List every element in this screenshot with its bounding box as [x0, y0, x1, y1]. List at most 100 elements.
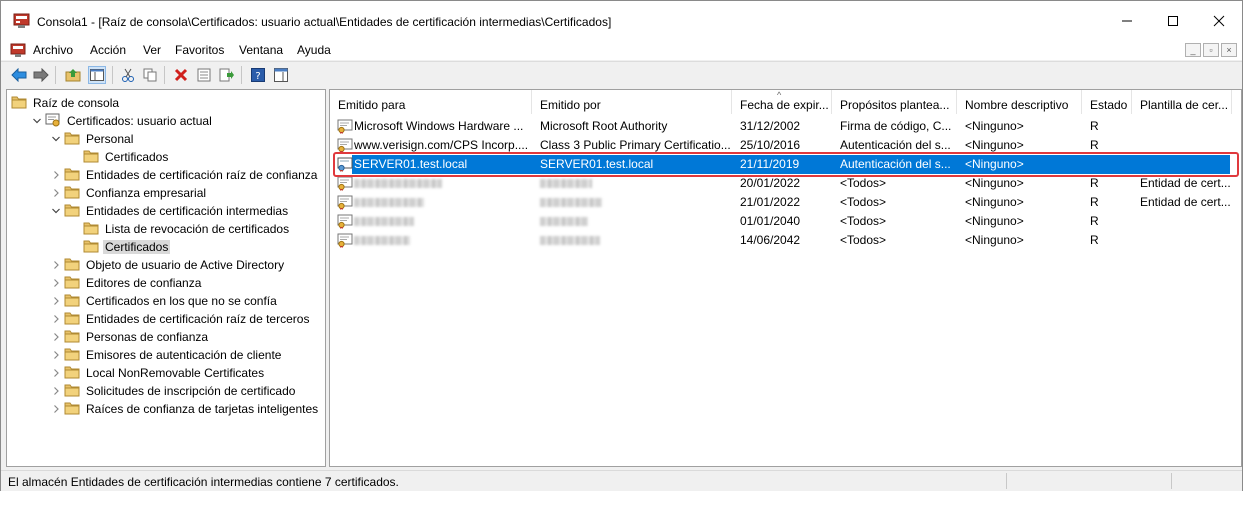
tree-node-label: Personas de confianza	[86, 330, 209, 344]
column-header-template[interactable]: Plantilla de cer...	[1132, 90, 1232, 114]
cut-button[interactable]	[119, 66, 137, 84]
cell-issued_to: Microsoft Windows Hardware ...	[354, 119, 524, 133]
table-row[interactable]: 21/01/2022 <Todos> <Ninguno> R Entidad de ce…	[330, 193, 1241, 212]
tree-node-local-nonremovable[interactable]: Local NonRemovable Certificates	[7, 364, 325, 382]
table-row[interactable]: 14/06/2042 <Todos> <Ninguno> R	[330, 231, 1241, 250]
chevron-right-icon[interactable]	[51, 313, 61, 323]
cell-friendly: <Ninguno>	[965, 214, 1024, 228]
tree-node-label: Entidades de certificación raíz de confi…	[86, 168, 318, 182]
chevron-right-icon[interactable]	[51, 349, 61, 359]
chevron-right-icon[interactable]	[51, 259, 61, 269]
cell-expiry: 31/12/2002	[740, 119, 801, 133]
tree-node-client-auth-issuers[interactable]: Emisores de autenticación de cliente	[7, 346, 325, 364]
help-icon: ?	[251, 68, 265, 82]
tree-node-cert-current-user[interactable]: Certificados: usuario actual	[7, 112, 325, 130]
mmc-app-icon	[13, 13, 30, 28]
chevron-right-icon[interactable]	[51, 169, 61, 179]
export-list-button[interactable]	[218, 66, 236, 84]
column-header-expiry[interactable]: Fecha de expir...	[732, 90, 832, 114]
cell-status: R	[1090, 233, 1099, 247]
menu-accion[interactable]: Acción	[90, 43, 126, 57]
folder-icon	[64, 347, 80, 361]
folder-icon	[64, 185, 80, 199]
tree-node-enrollment-requests[interactable]: Solicitudes de inscripción de certificad…	[7, 382, 325, 400]
table-row[interactable]: Microsoft Windows Hardware ... Microsoft …	[330, 117, 1241, 136]
chevron-right-icon[interactable]	[51, 385, 61, 395]
cell-template: Entidad de cert...	[1140, 195, 1231, 209]
menu-favoritos[interactable]: Favoritos	[175, 43, 224, 57]
console-menu-icon[interactable]	[10, 42, 26, 58]
close-button[interactable]	[1196, 1, 1242, 41]
mdi-minimize-button[interactable]: _	[1185, 43, 1201, 57]
column-header-issued-to[interactable]: Emitido para	[330, 90, 532, 114]
tree-node-enterprise-trust[interactable]: Confianza empresarial	[7, 184, 325, 202]
chevron-down-icon[interactable]	[51, 133, 61, 143]
minimize-icon	[1122, 20, 1132, 22]
menu-ver[interactable]: Ver	[143, 43, 161, 57]
tree-node-root[interactable]: Raíz de consola	[7, 94, 325, 112]
tree-node-label: Raíz de consola	[33, 96, 120, 110]
cell-purposes: Firma de código, C...	[840, 119, 952, 133]
properties-icon	[197, 68, 211, 82]
up-one-level-button[interactable]	[64, 66, 82, 84]
chevron-right-icon[interactable]	[51, 367, 61, 377]
cell-issued_to	[330, 212, 532, 231]
back-arrow-icon	[11, 68, 27, 82]
delete-button[interactable]	[172, 66, 190, 84]
mdi-restore-button[interactable]: ▫	[1203, 43, 1219, 57]
chevron-right-icon[interactable]	[51, 277, 61, 287]
tree-node-label: Lista de revocación de certificados	[105, 222, 290, 236]
obscured-text	[354, 179, 442, 189]
tree-node-personal-certificates[interactable]: Certificados	[7, 148, 325, 166]
minimize-button[interactable]	[1104, 1, 1150, 41]
chevron-right-icon[interactable]	[51, 403, 61, 413]
tree-node-trusted-people[interactable]: Personas de confianza	[7, 328, 325, 346]
back-button[interactable]	[10, 66, 28, 84]
cell-issued_by	[532, 231, 732, 250]
tree-node-smart-card-roots[interactable]: Raíces de confianza de tarjetas intelige…	[7, 400, 325, 418]
show-hide-tree-button[interactable]	[88, 66, 106, 84]
tree-node-label: Certificados	[105, 150, 169, 164]
menu-archivo[interactable]: Archivo	[33, 43, 73, 57]
tree-node-label: Personal	[86, 132, 134, 146]
chevron-right-icon[interactable]	[51, 187, 61, 197]
properties-button[interactable]	[195, 66, 213, 84]
column-header-issued-by[interactable]: Emitido por	[532, 90, 732, 114]
cell-purposes: <Todos>	[840, 195, 887, 209]
forward-button[interactable]	[32, 66, 50, 84]
tree-node-intermediate-certificates[interactable]: Certificados	[7, 238, 325, 256]
copy-button[interactable]	[141, 66, 159, 84]
column-header-purposes[interactable]: Propósitos plantea...	[832, 90, 957, 114]
folder-icon	[64, 383, 80, 397]
chevron-right-icon[interactable]	[51, 295, 61, 305]
maximize-button[interactable]	[1150, 1, 1196, 41]
chevron-down-icon[interactable]	[32, 115, 42, 125]
help-button[interactable]: ?	[249, 66, 267, 84]
mdi-close-button[interactable]: ×	[1221, 43, 1237, 57]
forward-arrow-icon	[33, 68, 49, 82]
tree-node-revocation-list[interactable]: Lista de revocación de certificados	[7, 220, 325, 238]
tree-node-trusted-publishers[interactable]: Editores de confianza	[7, 274, 325, 292]
window-title: Consola1 - [Raíz de consola\Certificados…	[37, 15, 612, 29]
cell-status: R	[1090, 214, 1099, 228]
tree-node-ad-user-object[interactable]: Objeto de usuario de Active Directory	[7, 256, 325, 274]
tree-node-untrusted[interactable]: Certificados en los que no se confía	[7, 292, 325, 310]
chevron-down-icon[interactable]	[51, 205, 61, 215]
tree-node-third-party-root[interactable]: Entidades de certificación raíz de terce…	[7, 310, 325, 328]
menu-ayuda[interactable]: Ayuda	[297, 43, 331, 57]
menu-ventana[interactable]: Ventana	[239, 43, 283, 57]
tree-node-trusted-root[interactable]: Entidades de certificación raíz de confi…	[7, 166, 325, 184]
cell-purposes: <Todos>	[840, 214, 887, 228]
cell-friendly: <Ninguno>	[965, 195, 1024, 209]
cell-expiry: 21/01/2022	[740, 195, 801, 209]
folder-icon	[83, 149, 99, 163]
column-header-friendly-name[interactable]: Nombre descriptivo	[957, 90, 1082, 114]
tree-node-intermediate[interactable]: Entidades de certificación intermedias	[7, 202, 325, 220]
chevron-right-icon[interactable]	[51, 331, 61, 341]
action-pane-button[interactable]	[272, 66, 290, 84]
tree-node-personal[interactable]: Personal	[7, 130, 325, 148]
obscured-text	[354, 217, 414, 227]
tree-node-label: Certificados: usuario actual	[67, 114, 212, 128]
table-row[interactable]: 01/01/2040 <Todos> <Ninguno> R	[330, 212, 1241, 231]
column-header-status[interactable]: Estado	[1082, 90, 1132, 114]
